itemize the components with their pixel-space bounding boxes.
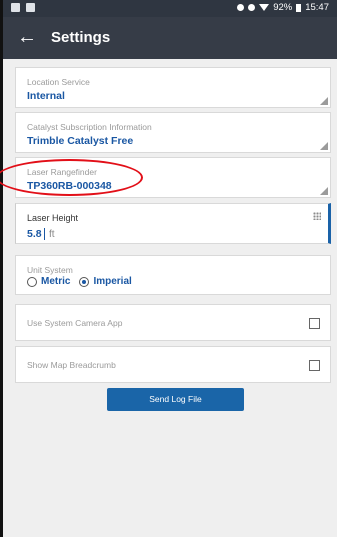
field-label: Location Service: [27, 77, 90, 87]
image-icon: [26, 3, 35, 12]
dropdown-corner-icon: [320, 187, 328, 195]
app-screen: 92% 15:47 ← Settings Location Service In…: [0, 0, 337, 537]
radio-label: Imperial: [93, 276, 132, 287]
dropdown-corner-icon: [320, 142, 328, 150]
height-value[interactable]: 5.8: [27, 228, 42, 240]
battery-percent: 92%: [273, 2, 293, 13]
map-breadcrumb-row[interactable]: Show Map Breadcrumb: [15, 346, 331, 383]
send-log-button[interactable]: Send Log File: [107, 388, 244, 411]
setting-label: Use System Camera App: [27, 318, 123, 328]
map-breadcrumb-checkbox[interactable]: [309, 360, 320, 371]
dropdown-corner-icon: [320, 97, 328, 105]
page-title: Settings: [51, 29, 111, 46]
status-right: 92% 15:47: [237, 2, 329, 13]
device-frame: [0, 0, 3, 537]
wifi-icon: [259, 4, 270, 11]
text-caret: [44, 228, 45, 240]
signal-icon: [248, 4, 256, 11]
unit-system-field: Unit System Metric Imperial: [15, 255, 331, 295]
battery-icon: [296, 3, 302, 12]
location-service-field[interactable]: Location Service Internal: [15, 67, 331, 108]
app-icon: [11, 3, 20, 12]
setting-label: Show Map Breadcrumb: [27, 360, 116, 370]
field-label: Laser Height: [27, 213, 79, 223]
system-camera-checkbox[interactable]: [309, 318, 320, 329]
status-left: [11, 3, 35, 12]
radio-off-icon[interactable]: [27, 276, 37, 287]
status-bar: 92% 15:47: [3, 0, 337, 17]
system-camera-row[interactable]: Use System Camera App: [15, 304, 331, 341]
radio-imperial[interactable]: Imperial: [79, 276, 132, 287]
field-label: Unit System: [27, 265, 73, 275]
radio-label: Metric: [41, 276, 71, 287]
app-toolbar: ← Settings: [3, 17, 337, 59]
radio-metric[interactable]: Metric: [27, 276, 70, 287]
laser-height-input[interactable]: Laser Height 5.8 ft: [15, 203, 331, 244]
location-icon: [237, 4, 245, 11]
catalyst-subscription-field[interactable]: Catalyst Subscription Information Trimbl…: [15, 112, 331, 153]
back-arrow-icon[interactable]: ←: [17, 26, 37, 48]
highlight-annotation: [0, 159, 143, 196]
field-label: Catalyst Subscription Information: [27, 122, 152, 132]
field-value: Internal: [27, 90, 65, 102]
field-value: Trimble Catalyst Free: [27, 135, 134, 147]
clock: 15:47: [305, 2, 329, 13]
height-unit: ft: [49, 229, 55, 240]
keypad-grid-icon[interactable]: [313, 212, 321, 220]
unit-radio-group: Metric Imperial: [27, 276, 141, 287]
radio-on-icon[interactable]: [79, 276, 90, 287]
